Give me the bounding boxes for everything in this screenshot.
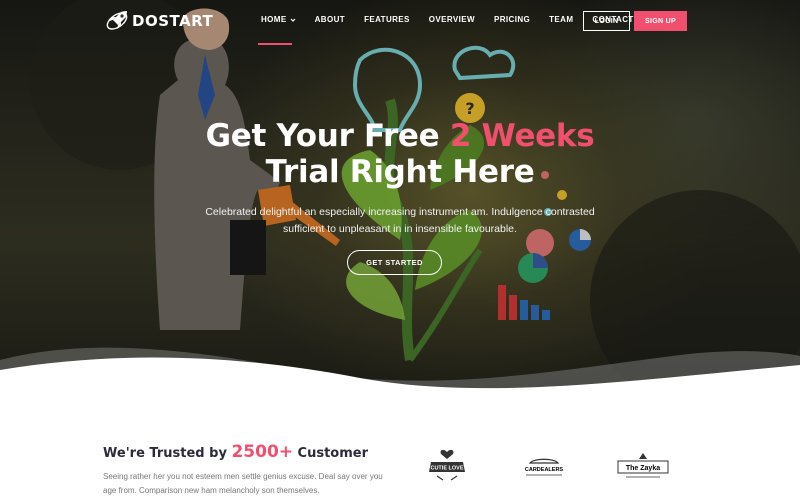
trusted-title: We're Trusted by 2500+ Customer [103, 442, 368, 462]
nav-item-team[interactable]: TEAM [549, 15, 573, 24]
headline-line2: Trial Right Here [265, 154, 535, 190]
client-name: The Zayka [626, 465, 660, 472]
client-name: CUTIE LOVE [430, 466, 463, 472]
client-logo-cardealers: CARDEALERS [518, 455, 570, 479]
nav-item-pricing[interactable]: PRICING [494, 15, 530, 24]
car-icon: CARDEALERS [525, 458, 564, 476]
top-navigation: DOSTART HOME ABOUT FEATURES OVERVIEW PRI… [0, 0, 800, 45]
hero-subtext: Celebrated delightful an especially incr… [205, 206, 595, 235]
signup-button[interactable]: SIGN UP [634, 11, 687, 31]
trusted-count: 2500+ [231, 442, 294, 462]
rocket-icon [106, 11, 128, 30]
headline-accent: 2 Weeks [449, 118, 595, 154]
nav-item-overview[interactable]: OVERVIEW [429, 15, 475, 24]
restaurant-badge-icon: The Zayka [617, 453, 669, 478]
heart-badge-icon: CUTIE LOVE [429, 449, 465, 481]
brand-logo[interactable]: DOSTART [104, 8, 213, 34]
trusted-title-suffix: Customer [293, 446, 368, 461]
trusted-description: Seeing rather her you not esteem men set… [103, 472, 383, 495]
login-button[interactable]: LOGIN [583, 11, 630, 31]
brand-name: DOSTART [132, 12, 214, 30]
nav-item-about[interactable]: ABOUT [315, 15, 345, 24]
wave-divider [0, 347, 800, 420]
trusted-title-prefix: We're Trusted by [103, 446, 232, 461]
headline-part1: Get Your Free [205, 118, 450, 154]
nav-item-home[interactable]: HOME [258, 15, 296, 45]
get-started-button[interactable]: GET STARTED [347, 250, 442, 275]
client-logo-cutie-love: CUTIE LOVE [425, 446, 469, 482]
client-name: CARDEALERS [525, 467, 564, 473]
hero-headline: Get Your Free 2 Weeks Trial Right Here [0, 118, 800, 190]
nav-item-label: HOME [261, 15, 287, 24]
nav-item-features[interactable]: FEATURES [364, 15, 410, 24]
chevron-down-icon [290, 18, 296, 22]
client-logo-the-zayka: The Zayka [614, 451, 672, 481]
